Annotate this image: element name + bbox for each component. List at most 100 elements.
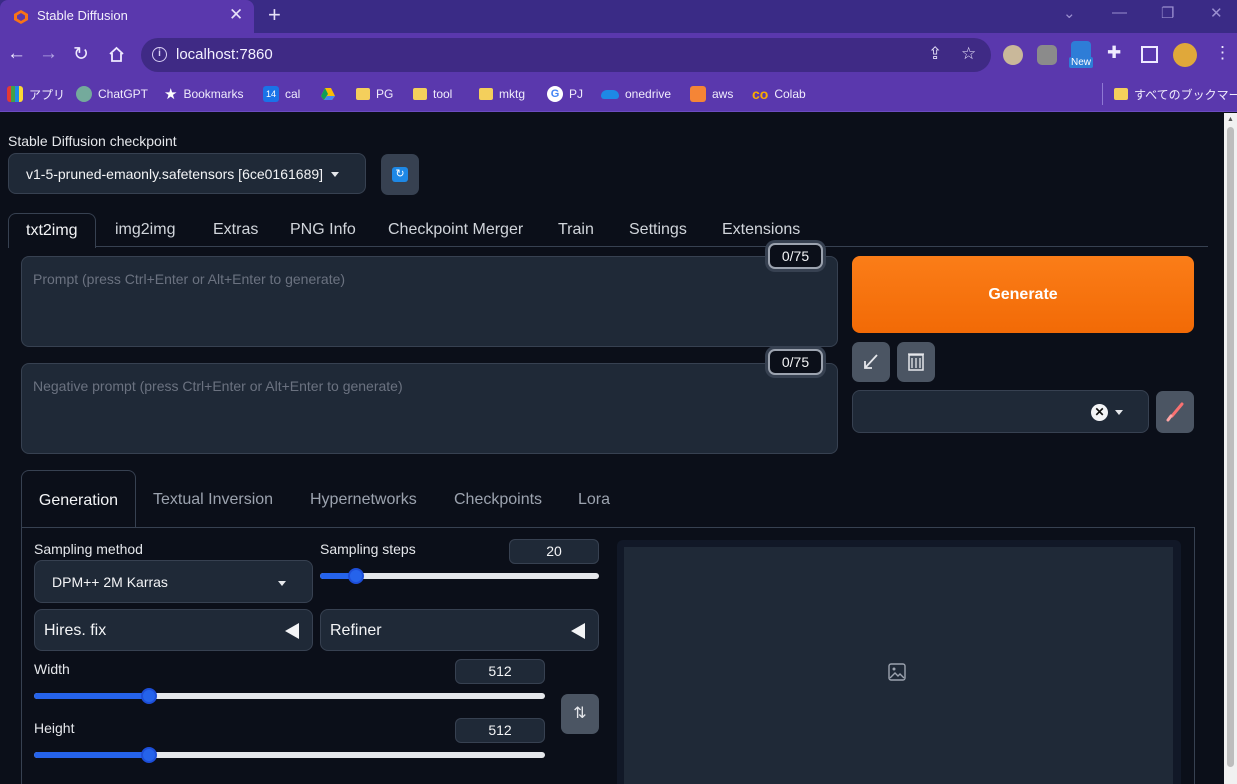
new-tab-icon[interactable]: + [268, 2, 281, 28]
tab-png-info[interactable]: PNG Info [290, 221, 356, 239]
folder-icon [1114, 88, 1128, 100]
height-input[interactable]: 512 [455, 718, 545, 743]
home-icon[interactable] [108, 46, 125, 63]
onedrive-icon [601, 89, 619, 99]
maximize-icon[interactable]: ❐ [1161, 4, 1174, 22]
address-bar[interactable]: i localhost:7860 ⇪ ☆ [141, 38, 991, 72]
tab-extensions[interactable]: Extensions [722, 221, 800, 239]
bookmarks-divider [1102, 83, 1103, 105]
close-tab-icon[interactable]: ✕ [229, 5, 243, 25]
star-icon: ★ [164, 86, 178, 103]
minimize-icon[interactable]: — [1112, 4, 1127, 21]
refiner-label: Refiner [330, 622, 382, 639]
refresh-checkpoint-button[interactable]: ↻ [381, 154, 419, 195]
width-slider[interactable] [34, 688, 545, 704]
hires-fix-accordion[interactable]: Hires. fix [34, 609, 313, 651]
arrow-diagonal-icon [864, 354, 878, 369]
side-panel-icon[interactable] [1141, 46, 1158, 63]
bookmark-label: ChatGPT [98, 87, 149, 101]
slider-fill [34, 752, 149, 758]
folder-icon [356, 88, 370, 100]
bookmark-apps[interactable]: アプリ [7, 85, 65, 103]
refresh-icon: ↻ [392, 167, 408, 182]
height-slider[interactable] [34, 747, 545, 763]
width-label: Width [34, 661, 70, 677]
bookmark-colab[interactable]: co Colab [752, 85, 806, 103]
bookmark-label: Bookmarks [183, 87, 244, 101]
back-icon[interactable]: ← [7, 43, 26, 65]
scrollbar-thumb[interactable] [1227, 127, 1234, 767]
bookmark-bookmarks[interactable]: ★ Bookmarks [164, 85, 243, 103]
extension-face-icon[interactable] [1003, 45, 1023, 65]
tab-checkpoints[interactable]: Checkpoints [454, 491, 542, 509]
extensions-puzzle-icon[interactable]: ✚ [1107, 43, 1121, 63]
prompt-token-counter: 0/75 [768, 243, 823, 269]
prompt-placeholder: Prompt (press Ctrl+Enter or Alt+Enter to… [33, 271, 346, 287]
tab-lora[interactable]: Lora [578, 491, 610, 509]
forward-icon[interactable]: → [39, 43, 58, 65]
sampling-steps-input[interactable]: 20 [509, 539, 599, 564]
page-scrollbar[interactable]: ▲ [1224, 113, 1237, 784]
refiner-accordion[interactable]: Refiner [320, 609, 599, 651]
sampling-method-dropdown[interactable]: DPM++ 2M Karras [34, 560, 313, 603]
bookmark-onedrive[interactable]: onedrive [601, 85, 671, 103]
negative-prompt-textarea[interactable]: Negative prompt (press Ctrl+Enter or Alt… [21, 363, 838, 454]
tab-hypernetworks[interactable]: Hypernetworks [310, 491, 417, 509]
tab-img2img[interactable]: img2img [115, 221, 175, 239]
tab-settings[interactable]: Settings [629, 221, 687, 239]
profile-avatar-icon[interactable] [1173, 43, 1197, 67]
webui-page: Stable Diffusion checkpoint v1-5-pruned-… [0, 113, 1224, 784]
folder-icon [479, 88, 493, 100]
tab-txt2img[interactable]: txt2img [8, 213, 96, 248]
sampling-steps-slider[interactable] [320, 568, 599, 584]
browser-tab-strip: Stable Diffusion ✕ + ⌄ — ❐ ✕ [0, 0, 1237, 33]
bookmark-cal[interactable]: 14 cal [263, 85, 300, 103]
checkpoint-dropdown[interactable]: v1-5-pruned-emaonly.safetensors [6ce0161… [8, 153, 366, 194]
extension-chat-icon[interactable] [1037, 45, 1057, 65]
slider-handle[interactable] [348, 568, 364, 584]
styles-dropdown[interactable]: ✕ [852, 390, 1149, 433]
tab-textual-inversion[interactable]: Textual Inversion [153, 491, 273, 509]
bookmark-chatgpt[interactable]: ChatGPT [76, 85, 148, 103]
clear-styles-icon[interactable]: ✕ [1091, 404, 1108, 421]
bookmark-all-bookmarks[interactable]: すべてのブックマーク [1114, 85, 1237, 103]
bookmark-folder-tool[interactable]: tool [413, 85, 452, 103]
tab-extras[interactable]: Extras [213, 221, 258, 239]
window-close-icon[interactable]: ✕ [1210, 4, 1223, 22]
swap-dimensions-button[interactable]: ⇅ [561, 694, 599, 734]
chatgpt-icon [76, 86, 92, 102]
slider-handle[interactable] [141, 747, 157, 763]
prompt-textarea[interactable]: Prompt (press Ctrl+Enter or Alt+Enter to… [21, 256, 838, 347]
bookmark-star-icon[interactable]: ☆ [961, 44, 976, 64]
bookmark-folder-pg[interactable]: PG [356, 85, 393, 103]
tab-train[interactable]: Train [558, 221, 594, 239]
drive-icon [321, 88, 335, 100]
bookmark-label: tool [433, 87, 453, 101]
bookmark-drive[interactable] [320, 85, 336, 103]
bookmark-aws[interactable]: aws [690, 85, 733, 103]
site-info-icon[interactable]: i [152, 47, 167, 62]
bookmark-folder-mktg[interactable]: mktg [479, 85, 525, 103]
share-icon[interactable]: ⇪ [928, 44, 942, 64]
menu-kebab-icon[interactable]: ⋮ [1214, 43, 1231, 63]
new-badge: New [1069, 57, 1094, 68]
generate-button[interactable]: Generate [852, 256, 1194, 333]
tab-generation[interactable]: Generation [21, 470, 136, 528]
browser-tab[interactable]: Stable Diffusion ✕ [0, 0, 254, 33]
read-params-button[interactable] [852, 342, 890, 382]
width-input[interactable]: 512 [455, 659, 545, 684]
reload-icon[interactable]: ↻ [73, 43, 89, 66]
image-placeholder-icon [888, 663, 906, 681]
hires-fix-label: Hires. fix [44, 622, 107, 639]
bookmark-label: cal [285, 87, 301, 101]
tab-search-icon[interactable]: ⌄ [1063, 4, 1076, 22]
scroll-up-icon[interactable]: ▲ [1227, 116, 1234, 123]
tab-checkpoint-merger[interactable]: Checkpoint Merger [388, 221, 523, 239]
bookmark-label: PG [376, 87, 394, 101]
edit-styles-button[interactable] [1156, 391, 1194, 433]
height-label: Height [34, 720, 75, 736]
slider-handle[interactable] [141, 688, 157, 704]
clear-prompt-button[interactable] [897, 342, 935, 382]
calendar-icon: 14 [263, 86, 279, 102]
bookmark-pj[interactable]: G PJ [547, 85, 583, 103]
